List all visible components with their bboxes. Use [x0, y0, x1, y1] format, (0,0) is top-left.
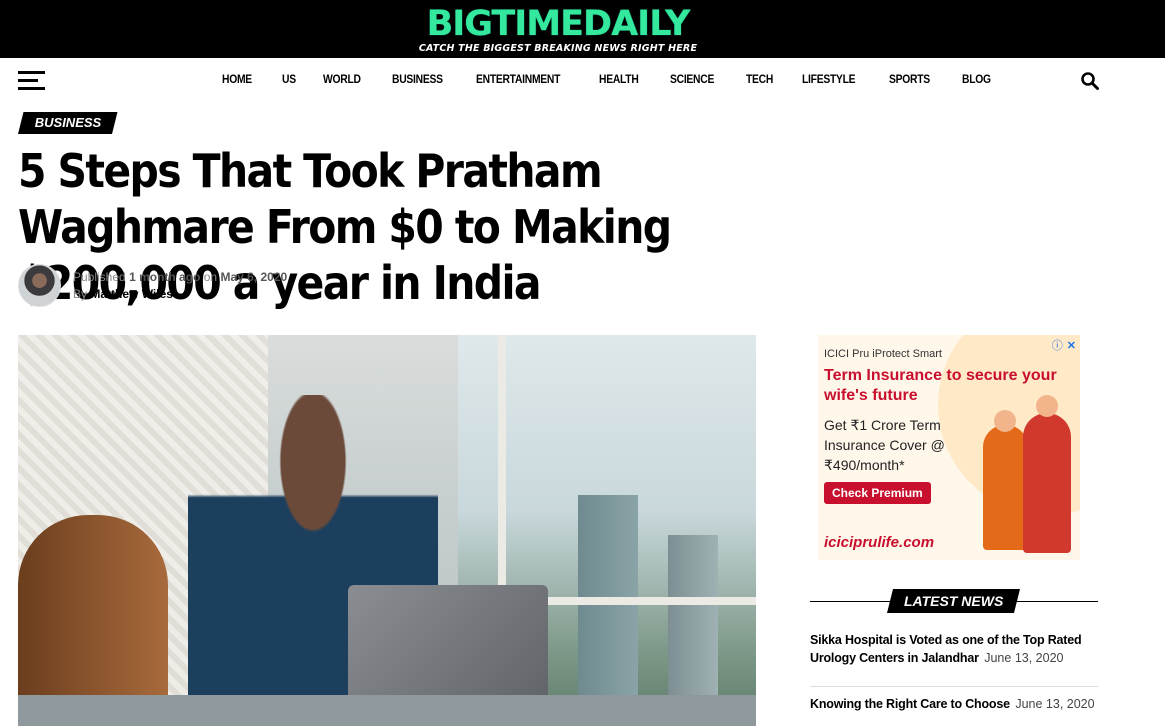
news-item-date: June 13, 2020	[984, 651, 1064, 665]
article-hero-image	[18, 335, 756, 726]
site-logo[interactable]: BIGTIMEDAILY CATCH THE BIGGEST BREAKING …	[418, 4, 698, 54]
logo-tagline: CATCH THE BIGGEST BREAKING NEWS RIGHT HE…	[418, 43, 698, 54]
publish-info: Published 1 month ago on May 6, 2020	[73, 270, 287, 284]
news-item-title[interactable]: Knowing the Right Care to Choose	[810, 697, 1010, 711]
news-item: Knowing the Right Care to Choose June 13…	[810, 695, 1098, 713]
author-avatar[interactable]	[18, 264, 61, 307]
by-label: By	[73, 287, 88, 301]
logo-text-part2: DAILY	[583, 4, 690, 44]
close-icon[interactable]: ✕	[1067, 340, 1076, 352]
adchoices-icon[interactable]: ⓘ	[1052, 340, 1063, 352]
ad-url: iciciprulife.com	[824, 534, 935, 551]
article-title: 5 Steps That Took Pratham Waghmare From …	[18, 144, 672, 310]
nav-item-lifestyle[interactable]: LIFESTYLE	[802, 72, 856, 86]
ad-brand: ICICI Pru iProtect Smart	[824, 348, 942, 360]
category-label: BUSINESS	[34, 115, 102, 130]
ad-headline: Term Insurance to secure your wife's fut…	[824, 367, 1057, 404]
nav-item-science[interactable]: SCIENCE	[670, 72, 714, 86]
published-date: May 6, 2020	[220, 270, 288, 284]
nav-item-health[interactable]: HEALTH	[599, 72, 639, 86]
published-prefix: Published	[73, 270, 126, 284]
nav-item-world[interactable]: WORLD	[323, 72, 361, 86]
search-icon[interactable]	[1080, 71, 1100, 91]
nav-item-sports[interactable]: SPORTS	[889, 72, 930, 86]
latest-news-header: LATEST NEWS	[810, 589, 1098, 613]
ad-cta-button[interactable]: Check Premium	[824, 482, 931, 504]
nav-item-entertainment[interactable]: ENTERTAINMENT	[476, 72, 560, 86]
ad-subtext: Get ₹1 Crore Term Insurance Cover @ ₹490…	[824, 417, 945, 473]
latest-news-label: LATEST NEWS	[904, 593, 1004, 609]
ad-controls: ⓘ ✕	[1052, 337, 1076, 353]
nav-item-blog[interactable]: BLOG	[962, 72, 991, 86]
site-header: BIGTIMEDAILY CATCH THE BIGGEST BREAKING …	[0, 0, 1165, 58]
published-on: on	[203, 270, 218, 284]
nav-item-tech[interactable]: TECH	[746, 72, 773, 86]
author-name-link[interactable]: Matthew Wiles	[90, 287, 173, 301]
sidebar-advertisement[interactable]: ⓘ ✕ ICICI Pru iProtect Smart Term Insuran…	[818, 335, 1080, 560]
news-item: Sikka Hospital is Voted as one of the To…	[810, 631, 1098, 667]
hamburger-icon[interactable]	[18, 71, 45, 91]
published-relative: 1 month ago	[129, 270, 201, 284]
nav-item-us[interactable]: US	[282, 72, 296, 86]
news-divider	[810, 686, 1098, 687]
news-item-date: June 13, 2020	[1015, 697, 1095, 711]
author-byline: By Matthew Wiles	[73, 287, 173, 301]
category-badge[interactable]: BUSINESS	[18, 112, 118, 134]
nav-item-home[interactable]: HOME	[222, 72, 252, 86]
nav-item-business[interactable]: BUSINESS	[392, 72, 443, 86]
logo-text-part1: BIGTIME	[426, 4, 584, 44]
nav-menu: HOME US WORLD BUSINESS ENTERTAINMENT HEA…	[222, 72, 1020, 86]
main-navigation: HOME US WORLD BUSINESS ENTERTAINMENT HEA…	[0, 58, 1165, 102]
